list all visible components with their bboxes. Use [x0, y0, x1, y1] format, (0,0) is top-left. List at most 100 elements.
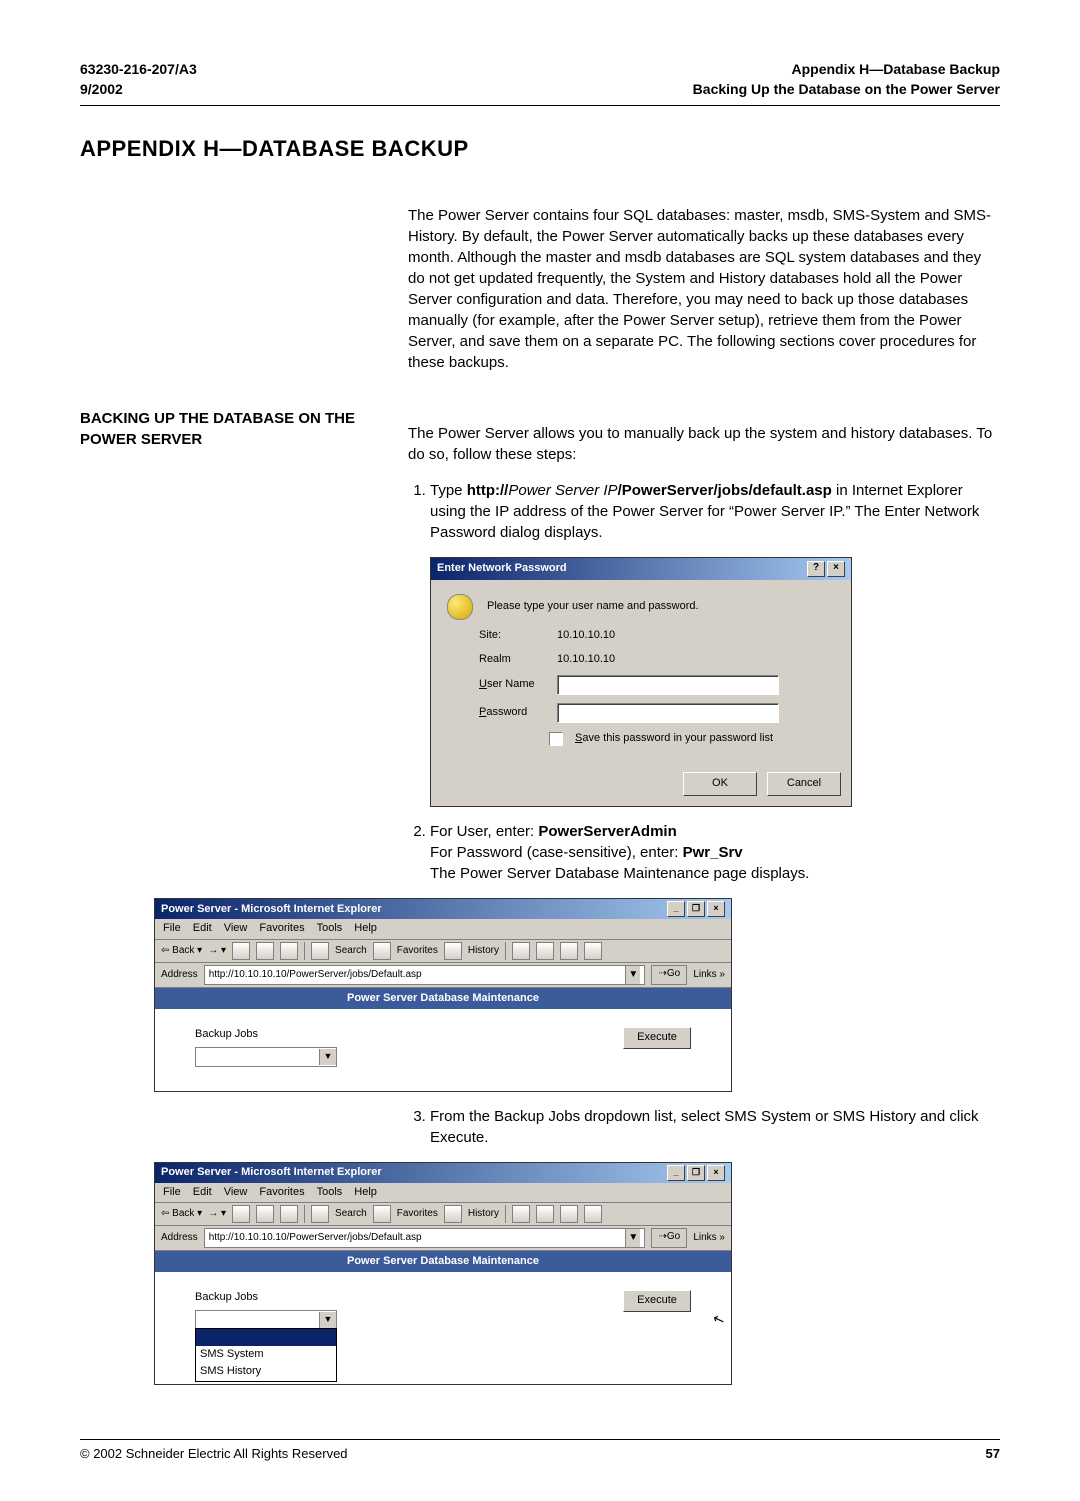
intro-paragraph: The Power Server contains four SQL datab…	[408, 205, 1000, 373]
back-button[interactable]: ⇦ Back ▾	[161, 944, 202, 958]
footer-copyright: © 2002 Schneider Electric All Rights Res…	[80, 1446, 348, 1461]
go-button[interactable]: ⇢Go	[651, 965, 687, 985]
print-icon[interactable]	[536, 942, 554, 960]
go-button[interactable]: ⇢Go	[651, 1228, 687, 1248]
username-input[interactable]	[557, 675, 779, 695]
footer-page-number: 57	[986, 1446, 1000, 1461]
history-icon[interactable]	[444, 1205, 462, 1223]
ie-window-maintenance-open: Power Server - Microsoft Internet Explor…	[154, 1162, 732, 1385]
mail-icon[interactable]	[512, 1205, 530, 1223]
mail-icon[interactable]	[512, 942, 530, 960]
stop-icon[interactable]	[232, 1205, 250, 1223]
ie-window-maintenance: Power Server - Microsoft Internet Explor…	[154, 898, 732, 1091]
favorites-icon[interactable]	[373, 942, 391, 960]
page-banner: Power Server Database Maintenance	[155, 1251, 731, 1272]
ok-button[interactable]: OK	[683, 772, 757, 796]
close-button[interactable]: ×	[707, 1165, 725, 1181]
chevron-down-icon[interactable]: ▼	[319, 1049, 336, 1065]
section-lead: The Power Server allows you to manually …	[408, 423, 1000, 465]
header-section: Backing Up the Database on the Power Ser…	[693, 80, 1000, 100]
print-icon[interactable]	[536, 1205, 554, 1223]
page-header: 63230-216-207/A3 9/2002 Appendix H—Datab…	[80, 60, 1000, 106]
header-appendix: Appendix H—Database Backup	[693, 60, 1000, 80]
menu-help[interactable]: Help	[354, 1185, 377, 1200]
links-button[interactable]: Links »	[693, 968, 725, 982]
chevron-down-icon[interactable]: ▼	[319, 1312, 336, 1328]
menu-edit[interactable]: Edit	[193, 1185, 212, 1200]
username-label: User Name	[479, 677, 549, 692]
header-docnum: 63230-216-207/A3	[80, 60, 197, 80]
cursor-icon: ↖	[710, 1309, 728, 1331]
menu-favorites[interactable]: Favorites	[259, 1185, 304, 1200]
menu-view[interactable]: View	[224, 1185, 248, 1200]
step-1: Type http://Power Server IP/PowerServer/…	[430, 480, 1000, 807]
realm-value: 10.10.10.10	[557, 652, 835, 667]
header-date: 9/2002	[80, 80, 197, 100]
close-button[interactable]: ×	[707, 901, 725, 917]
backup-jobs-select[interactable]: ▼	[195, 1310, 337, 1330]
page-title: APPENDIX H—DATABASE BACKUP	[80, 136, 1000, 162]
backup-jobs-label: Backup Jobs	[195, 1290, 335, 1305]
search-icon[interactable]	[311, 1205, 329, 1223]
address-bar[interactable]: http://10.10.10.10/PowerServer/jobs/Defa…	[204, 1228, 646, 1248]
menu-favorites[interactable]: Favorites	[259, 921, 304, 936]
maximize-button[interactable]: ❐	[687, 1165, 705, 1181]
dialog-prompt: Please type your user name and password.	[487, 599, 699, 614]
option-sms-system[interactable]: SMS System	[196, 1346, 336, 1363]
save-password-label: Save this password in your password list	[575, 731, 773, 746]
realm-label: Realm	[479, 652, 549, 667]
password-input[interactable]	[557, 703, 779, 723]
search-icon[interactable]	[311, 942, 329, 960]
chevron-down-icon[interactable]: ▼	[625, 966, 640, 984]
option-sms-history[interactable]: SMS History	[196, 1363, 336, 1380]
maximize-button[interactable]: ❐	[687, 901, 705, 917]
links-button[interactable]: Links »	[693, 1231, 725, 1245]
minimize-button[interactable]: _	[667, 901, 685, 917]
step-3: From the Backup Jobs dropdown list, sele…	[430, 1106, 1000, 1385]
menu-tools[interactable]: Tools	[317, 921, 343, 936]
help-button[interactable]: ?	[807, 561, 825, 577]
backup-jobs-select[interactable]: ▼	[195, 1047, 337, 1067]
menu-edit[interactable]: Edit	[193, 921, 212, 936]
edit-icon[interactable]	[560, 942, 578, 960]
cancel-button[interactable]: Cancel	[767, 772, 841, 796]
home-icon[interactable]	[280, 942, 298, 960]
backup-jobs-label: Backup Jobs	[195, 1027, 335, 1042]
edit-icon[interactable]	[560, 1205, 578, 1223]
forward-button[interactable]: → ▾	[208, 944, 226, 958]
history-icon[interactable]	[444, 942, 462, 960]
step-2: For User, enter: PowerServerAdmin For Pa…	[430, 821, 1000, 1091]
menu-help[interactable]: Help	[354, 921, 377, 936]
minimize-button[interactable]: _	[667, 1165, 685, 1181]
execute-button[interactable]: Execute	[623, 1027, 691, 1049]
favorites-icon[interactable]	[373, 1205, 391, 1223]
discuss-icon[interactable]	[584, 942, 602, 960]
discuss-icon[interactable]	[584, 1205, 602, 1223]
stop-icon[interactable]	[232, 942, 250, 960]
key-icon	[447, 594, 473, 620]
chevron-down-icon[interactable]: ▼	[625, 1229, 640, 1247]
address-label: Address	[161, 968, 198, 982]
save-password-checkbox[interactable]	[549, 732, 563, 746]
enter-network-password-dialog: Enter Network Password ? × Please type y…	[430, 557, 852, 807]
menu-view[interactable]: View	[224, 921, 248, 936]
site-label: Site:	[479, 628, 549, 643]
section-heading: BACKING UP THE DATABASE ON THE POWER SER…	[80, 408, 380, 450]
address-bar[interactable]: http://10.10.10.10/PowerServer/jobs/Defa…	[204, 965, 646, 985]
execute-button[interactable]: Execute	[623, 1290, 691, 1312]
refresh-icon[interactable]	[256, 1205, 274, 1223]
refresh-icon[interactable]	[256, 942, 274, 960]
dialog-titlebar: Enter Network Password ? ×	[431, 558, 851, 580]
menu-file[interactable]: File	[163, 1185, 181, 1200]
option-blank[interactable]	[196, 1329, 336, 1346]
menu-tools[interactable]: Tools	[317, 1185, 343, 1200]
close-button[interactable]: ×	[827, 561, 845, 577]
menu-file[interactable]: File	[163, 921, 181, 936]
backup-jobs-options: SMS System SMS History	[195, 1328, 337, 1382]
home-icon[interactable]	[280, 1205, 298, 1223]
address-label: Address	[161, 1231, 198, 1245]
site-value: 10.10.10.10	[557, 628, 835, 643]
back-button[interactable]: ⇦ Back ▾	[161, 1207, 202, 1221]
forward-button[interactable]: → ▾	[208, 1207, 226, 1221]
ie-title-text: Power Server - Microsoft Internet Explor…	[161, 1165, 382, 1180]
